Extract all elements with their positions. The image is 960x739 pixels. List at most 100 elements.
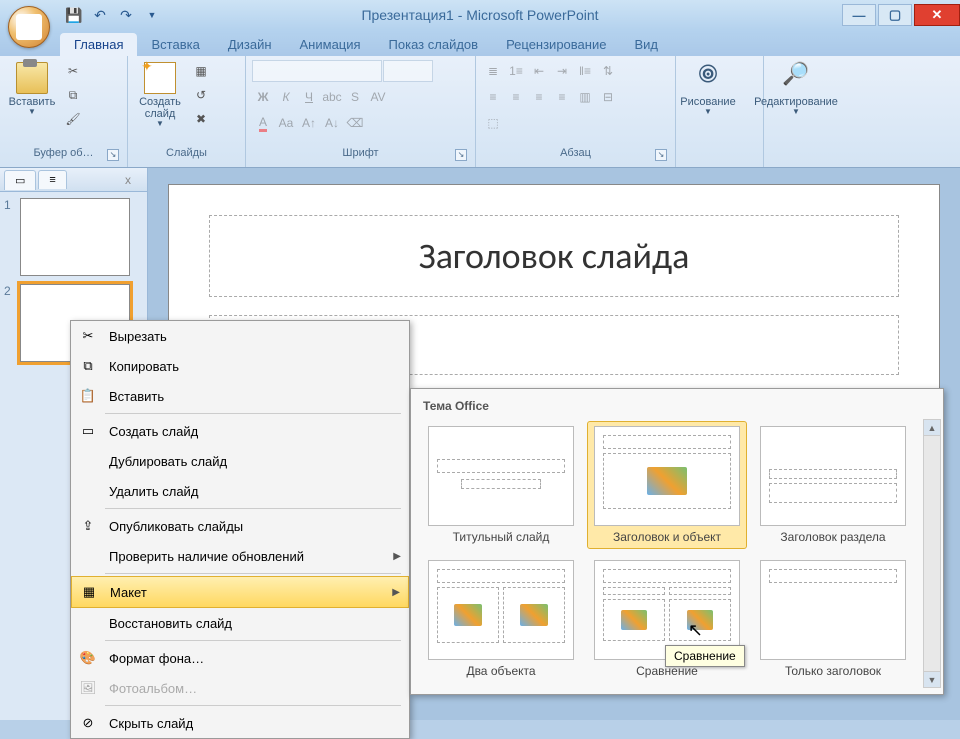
slide-title-placeholder[interactable]: Заголовок слайда xyxy=(209,215,899,297)
tab-view[interactable]: Вид xyxy=(620,33,672,56)
increase-indent-button[interactable]: ⇥ xyxy=(551,60,573,82)
align-right-button[interactable]: ≡ xyxy=(528,86,550,108)
ctx-layout[interactable]: ▦Макет▶ xyxy=(71,576,409,608)
cut-icon[interactable]: ✂ xyxy=(62,60,84,82)
separator xyxy=(105,508,401,509)
tab-home[interactable]: Главная xyxy=(60,33,137,56)
editing-button[interactable]: 🔎 Редактирование ▼ xyxy=(770,60,822,119)
delete-icon[interactable]: ✖ xyxy=(190,108,212,130)
redo-icon[interactable]: ↷ xyxy=(114,3,138,27)
ctx-delete-slide[interactable]: Удалить слайд xyxy=(71,476,409,506)
ctx-copy[interactable]: ⧉Копировать xyxy=(71,351,409,381)
ctx-duplicate-slide[interactable]: Дублировать слайд xyxy=(71,446,409,476)
underline-button[interactable]: Ч xyxy=(298,86,320,108)
tooltip: Сравнение xyxy=(665,645,745,667)
align-text-button[interactable]: ⊟ xyxy=(597,86,619,108)
grow-font-button[interactable]: A↑ xyxy=(298,112,320,134)
submenu-arrow-icon: ▶ xyxy=(393,551,401,562)
publish-icon: ⇪ xyxy=(75,516,101,536)
panel-close-button[interactable]: x xyxy=(115,170,141,190)
new-slide-button[interactable]: Создать слайд ▼ xyxy=(134,60,186,131)
layout-section-header[interactable]: Заголовок раздела xyxy=(753,421,913,549)
bullets-button[interactable]: ≣ xyxy=(482,60,504,82)
gallery-scrollbar[interactable]: ▲ ▼ xyxy=(923,419,941,688)
hide-slide-icon: ⊘ xyxy=(75,713,101,733)
numbering-button[interactable]: 1≡ xyxy=(505,60,527,82)
drawing-button[interactable]: 🞋 Рисование ▼ xyxy=(682,60,734,119)
ctx-new-slide[interactable]: ▭Создать слайд xyxy=(71,416,409,446)
new-slide-icon xyxy=(144,62,176,94)
maximize-button[interactable]: ▢ xyxy=(878,4,912,26)
reset-icon[interactable]: ↺ xyxy=(190,84,212,106)
qat-customize-icon[interactable]: ▼ xyxy=(140,3,164,27)
tab-insert[interactable]: Вставка xyxy=(137,33,213,56)
strikethrough-button[interactable]: abc xyxy=(321,86,343,108)
ctx-publish-slides[interactable]: ⇪Опубликовать слайды xyxy=(71,511,409,541)
bold-button[interactable]: Ж xyxy=(252,86,274,108)
font-dialog-launcher[interactable]: ↘ xyxy=(455,149,467,161)
paragraph-dialog-launcher[interactable]: ↘ xyxy=(655,149,667,161)
change-case-button[interactable]: Aa xyxy=(275,112,297,134)
layout-title-content[interactable]: Заголовок и объект xyxy=(587,421,747,549)
group-clipboard-label: Буфер об… xyxy=(33,147,93,159)
ctx-format-background[interactable]: 🎨Формат фона… xyxy=(71,643,409,673)
align-center-button[interactable]: ≡ xyxy=(505,86,527,108)
shadow-button[interactable]: S xyxy=(344,86,366,108)
line-spacing-button[interactable]: ‖≡ xyxy=(574,60,596,82)
group-slides-label: Слайды xyxy=(166,147,207,159)
close-button[interactable]: ✕ xyxy=(914,4,960,26)
tab-slideshow[interactable]: Показ слайдов xyxy=(375,33,493,56)
shapes-icon: 🞋 xyxy=(692,62,724,94)
layout-two-content[interactable]: Два объекта xyxy=(421,555,581,683)
clipboard-dialog-launcher[interactable]: ↘ xyxy=(107,149,119,161)
layout-title-slide[interactable]: Титульный слайд xyxy=(421,421,581,549)
separator xyxy=(105,705,401,706)
minimize-button[interactable]: — xyxy=(842,4,876,26)
tab-review[interactable]: Рецензирование xyxy=(492,33,620,56)
font-size-combo[interactable] xyxy=(383,60,433,82)
slide-thumbnail[interactable]: 1 xyxy=(4,198,143,276)
font-color-button[interactable]: A xyxy=(252,112,274,134)
columns-button[interactable]: ▥ xyxy=(574,86,596,108)
align-left-button[interactable]: ≡ xyxy=(482,86,504,108)
paste-button[interactable]: Вставить ▼ xyxy=(6,60,58,119)
convert-smartart-button[interactable]: ⬚ xyxy=(482,112,504,134)
new-slide-label: Создать слайд xyxy=(136,96,184,120)
undo-icon[interactable]: ↶ xyxy=(88,3,112,27)
decrease-indent-button[interactable]: ⇤ xyxy=(528,60,550,82)
photo-album-icon: 🖼 xyxy=(75,678,101,698)
tab-design[interactable]: Дизайн xyxy=(214,33,286,56)
ctx-reset-slide[interactable]: Восстановить слайд xyxy=(71,608,409,638)
layout-title-only[interactable]: Только заголовок xyxy=(753,555,913,683)
ctx-check-updates[interactable]: Проверить наличие обновлений▶ xyxy=(71,541,409,571)
gallery-header: Тема Office xyxy=(421,395,933,421)
italic-button[interactable]: К xyxy=(275,86,297,108)
layout-gallery: Тема Office Титульный слайд Заголовок и … xyxy=(410,388,944,695)
font-family-combo[interactable] xyxy=(252,60,382,82)
window-title: Презентация1 - Microsoft PowerPoint xyxy=(361,7,598,23)
justify-button[interactable]: ≡ xyxy=(551,86,573,108)
ctx-paste[interactable]: 📋Вставить xyxy=(71,381,409,411)
slides-tab-thumbnail[interactable]: ▭ xyxy=(4,170,36,190)
format-painter-icon[interactable]: 🖌 xyxy=(62,108,84,130)
scroll-down-icon[interactable]: ▼ xyxy=(924,671,940,687)
office-button[interactable] xyxy=(8,6,50,48)
paste-icon: 📋 xyxy=(75,386,101,406)
find-icon: 🔎 xyxy=(780,62,812,94)
slides-tab-outline[interactable]: ≡ xyxy=(38,170,66,189)
ctx-hide-slide[interactable]: ⊘Скрыть слайд xyxy=(71,708,409,738)
scroll-up-icon[interactable]: ▲ xyxy=(924,420,940,436)
save-icon[interactable]: 💾 xyxy=(62,3,86,27)
paste-icon xyxy=(16,62,48,94)
thumb-preview xyxy=(20,198,130,276)
copy-icon[interactable]: ⧉ xyxy=(62,84,84,106)
tab-animation[interactable]: Анимация xyxy=(286,33,375,56)
layout-icon[interactable]: ▦ xyxy=(190,60,212,82)
char-spacing-button[interactable]: AV xyxy=(367,86,389,108)
clear-format-button[interactable]: ⌫ xyxy=(344,112,366,134)
quick-access-toolbar: 💾 ↶ ↷ ▼ xyxy=(62,3,164,27)
shrink-font-button[interactable]: A↓ xyxy=(321,112,343,134)
ctx-cut[interactable]: ✂Вырезать xyxy=(71,321,409,351)
text-direction-button[interactable]: ⇅ xyxy=(597,60,619,82)
ribbon-tabs: Главная Вставка Дизайн Анимация Показ сл… xyxy=(0,30,960,56)
